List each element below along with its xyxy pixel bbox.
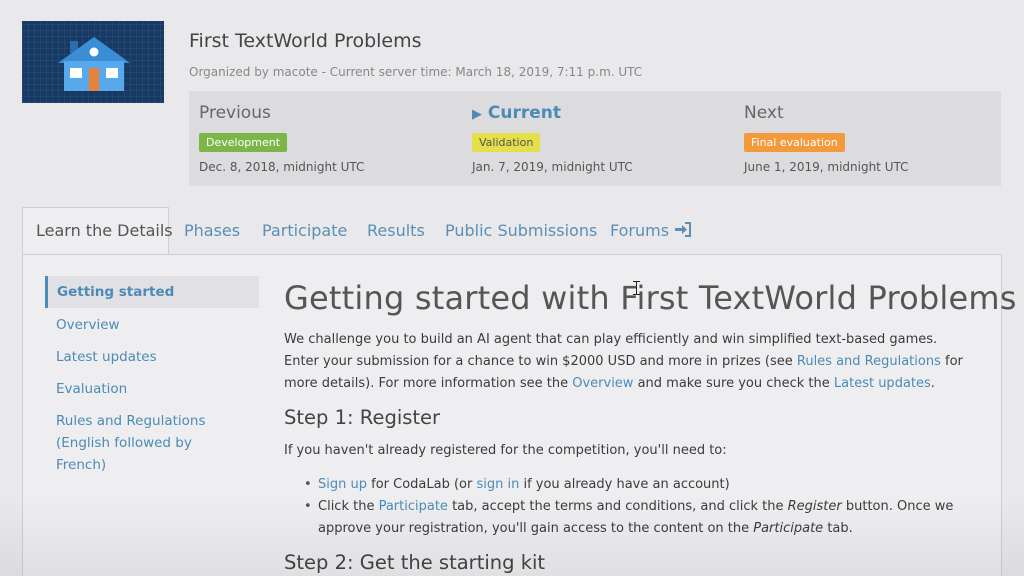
step1-text: If you haven't already registered for th… bbox=[284, 443, 727, 458]
phase-previous-date: Dec. 8, 2018, midnight UTC bbox=[199, 160, 365, 174]
tab-public-submissions[interactable]: Public Submissions bbox=[445, 221, 597, 240]
content-panel: Getting started Overview Latest updates … bbox=[22, 254, 1016, 576]
tab-results[interactable]: Results bbox=[367, 221, 425, 240]
sidebar-item-rules-and-regulations[interactable]: Rules and Regulations (English followed … bbox=[45, 410, 245, 476]
sign-up-link[interactable]: Sign up bbox=[318, 477, 367, 492]
sidebar-item-evaluation[interactable]: Evaluation bbox=[45, 378, 259, 400]
phase-current-label: ▶ Current bbox=[472, 103, 562, 123]
list-item: Click the Participate tab, accept the te… bbox=[304, 496, 994, 540]
sign-in-link[interactable]: sign in bbox=[476, 477, 519, 492]
sidebar-item-overview[interactable]: Overview bbox=[45, 314, 259, 336]
sidebar-item-getting-started[interactable]: Getting started bbox=[45, 276, 259, 308]
phase-next-date: June 1, 2019, midnight UTC bbox=[744, 160, 909, 174]
sidebar-item-latest-updates[interactable]: Latest updates bbox=[45, 346, 259, 368]
overview-link[interactable]: Overview bbox=[572, 376, 633, 391]
tab-phases[interactable]: Phases bbox=[184, 221, 240, 240]
latest-updates-link[interactable]: Latest updates bbox=[834, 376, 931, 391]
list-item: Sign up for CodaLab (or sign in if you a… bbox=[304, 474, 994, 496]
rules-link[interactable]: Rules and Regulations bbox=[797, 354, 941, 369]
phase-next-label: Next bbox=[744, 103, 784, 123]
page-title: First TextWorld Problems bbox=[189, 30, 422, 52]
tab-learn-the-details[interactable]: Learn the Details bbox=[22, 207, 173, 255]
participate-link[interactable]: Participate bbox=[379, 499, 448, 514]
intro-paragraph: We challenge you to build an AI agent th… bbox=[284, 332, 963, 391]
sign-in-icon bbox=[675, 222, 692, 237]
competition-logo bbox=[22, 21, 164, 103]
step2-heading: Step 2: Get the starting kit bbox=[284, 551, 546, 574]
phase-previous-label: Previous bbox=[199, 103, 271, 123]
phase-current-badge: Validation bbox=[472, 133, 541, 152]
step1-list: Sign up for CodaLab (or sign in if you a… bbox=[304, 474, 994, 540]
content-heading: Getting started with First TextWorld Pro… bbox=[284, 279, 1017, 317]
phase-current-date: Jan. 7, 2019, midnight UTC bbox=[472, 160, 633, 174]
organizer-info: Organized by macote - Current server tim… bbox=[189, 65, 643, 79]
tab-participate[interactable]: Participate bbox=[262, 221, 347, 240]
tab-forums[interactable]: Forums bbox=[610, 221, 692, 240]
house-icon bbox=[58, 37, 130, 91]
phases-summary: Previous Development Dec. 8, 2018, midni… bbox=[189, 91, 1001, 186]
phase-previous-badge: Development bbox=[199, 133, 288, 152]
step1-heading: Step 1: Register bbox=[284, 406, 441, 429]
text-cursor-icon bbox=[633, 281, 642, 295]
phase-next-badge: Final evaluation bbox=[744, 133, 845, 152]
play-icon: ▶ bbox=[472, 107, 482, 122]
